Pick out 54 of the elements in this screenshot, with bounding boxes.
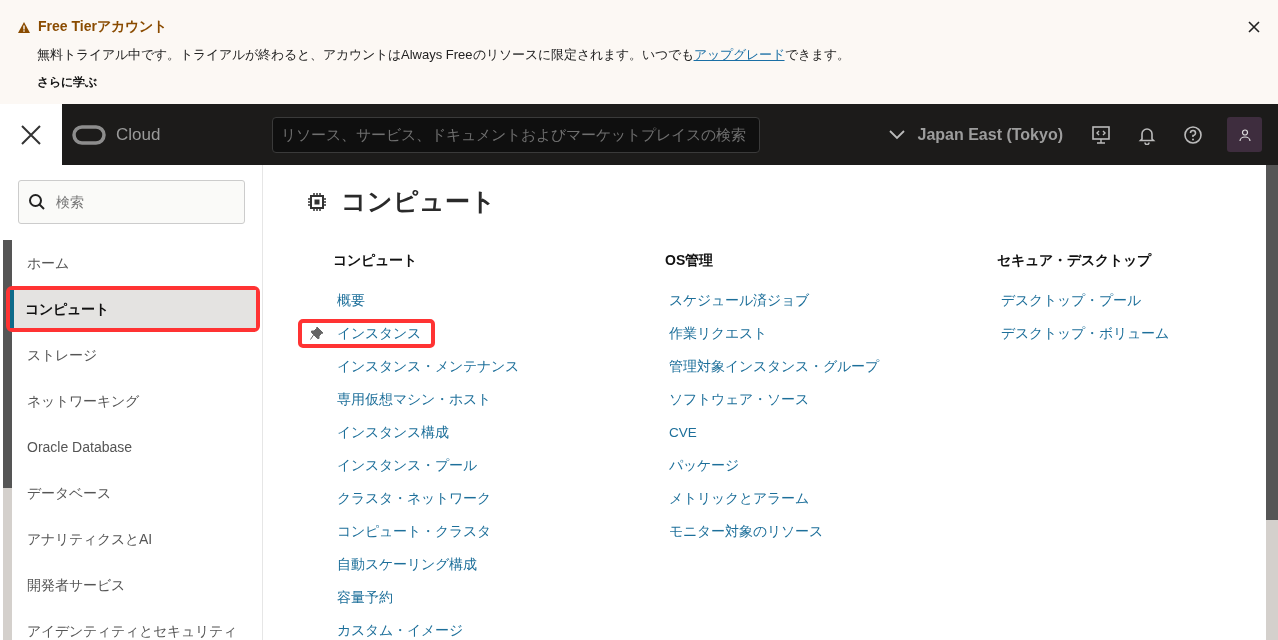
menu-link[interactable]: 作業リクエスト (664, 324, 767, 343)
banner-title: Free Tierアカウント (38, 18, 167, 36)
menu-link[interactable]: メトリックとアラーム (664, 489, 809, 508)
menu-link[interactable]: 管理対象インスタンス・グループ (664, 357, 879, 376)
sidebar-item[interactable]: Oracle Database (16, 428, 256, 466)
sidebar-item[interactable]: ホーム (16, 244, 256, 282)
banner-message: 無料トライアル中です。トライアルが終わると、アカウントはAlways Freeのリソースに限定されます。いつでも アップグレード できます。 (37, 46, 851, 64)
upgrade-link[interactable]: アップグレード (693, 47, 785, 62)
sidebar-item[interactable]: ストレージ (16, 336, 256, 374)
menu-link[interactable]: ソフトウェア・ソース (664, 390, 809, 409)
chip-icon (307, 191, 327, 212)
column-heading: セキュア・デスクトップ (997, 252, 1153, 270)
close-icon[interactable] (1248, 21, 1260, 33)
menu-link[interactable]: スケジュール済ジョブ (664, 291, 809, 310)
menu-link[interactable]: 概要 (332, 291, 365, 310)
menu-link[interactable]: CVE (664, 425, 697, 440)
menu-link[interactable]: 専用仮想マシン・ホスト (332, 390, 491, 409)
scrollbar[interactable] (1266, 165, 1278, 640)
menu-link[interactable]: 自動スケーリング構成 (332, 555, 477, 574)
menu-link[interactable]: デスクトップ・プール (996, 291, 1141, 310)
menu-link[interactable]: 容量予約 (332, 588, 393, 607)
menu-link[interactable]: インスタンス・プール (332, 456, 477, 475)
sidebar-item[interactable]: データベース (16, 474, 256, 512)
scrollbar[interactable] (3, 240, 12, 640)
menu-link[interactable]: インスタンス構成 (332, 423, 449, 442)
sidebar-item[interactable]: 開発者サービス (16, 566, 256, 604)
menu-link[interactable]: デスクトップ・ボリューム (996, 324, 1169, 343)
menu-link[interactable]: コンピュート・クラスタ (332, 522, 491, 541)
sidebar-item[interactable]: ネットワーキング (16, 382, 256, 420)
sidebar-item[interactable]: コンピュート (10, 290, 256, 328)
chevron-down-icon (889, 129, 906, 140)
sidebar-item[interactable]: アイデンティティとセキュリティ (16, 612, 256, 640)
close-menu-icon[interactable] (20, 123, 42, 146)
menu-link[interactable]: モニター対象のリソース (664, 522, 823, 541)
menu-link[interactable]: インスタンス・メンテナンス (332, 357, 519, 376)
help-icon[interactable] (1183, 124, 1203, 145)
region-selector[interactable]: Japan East (Tokyo) (883, 124, 1069, 145)
menu-link[interactable]: インスタンス (332, 324, 421, 343)
user-avatar[interactable] (1227, 117, 1262, 152)
column-heading: OS管理 (665, 252, 715, 270)
search-field[interactable]: リソース、サービス、ドキュメントおよびマーケットプレイスの検索 (272, 116, 761, 153)
brand-name: Cloud (116, 124, 161, 145)
sidebar-item[interactable]: アナリティクスとAI (16, 520, 256, 558)
code-monitor-icon[interactable] (1091, 124, 1111, 145)
learn-more-link[interactable]: さらに学ぶ (37, 74, 97, 91)
column-heading: コンピュート (333, 252, 418, 270)
sidebar-search-field[interactable]: 検索 (18, 180, 245, 224)
warning-icon (18, 21, 30, 33)
menu-link[interactable]: パッケージ (664, 456, 739, 475)
oval-logo-icon (72, 123, 106, 146)
menu-link[interactable]: カスタム・イメージ (332, 621, 463, 640)
page-title: コンピュート (341, 186, 496, 217)
menu-link[interactable]: クラスタ・ネットワーク (332, 489, 491, 508)
pin-icon[interactable] (310, 327, 323, 340)
